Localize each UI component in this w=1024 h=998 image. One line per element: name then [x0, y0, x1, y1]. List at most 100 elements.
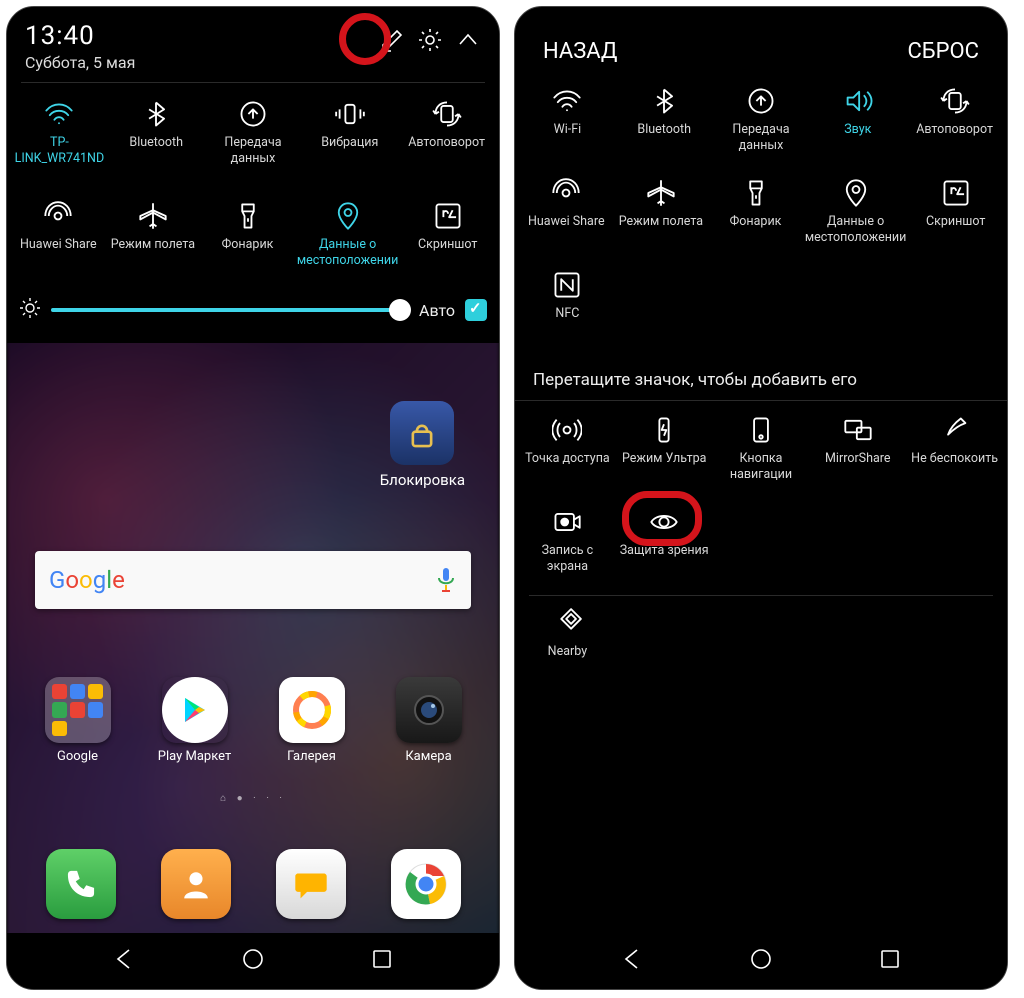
divider — [529, 595, 993, 596]
tile-label: Режим полета — [109, 237, 197, 253]
tile-dnd[interactable]: Не беспокоить — [906, 407, 1003, 493]
tile-huawei-share[interactable]: Huawei Share — [11, 193, 106, 287]
nav-home-button[interactable] — [749, 947, 773, 975]
tile-label: Фонарик — [728, 214, 784, 230]
flashlight-icon — [739, 176, 773, 210]
camera-icon — [396, 677, 462, 743]
screenshot-icon — [939, 176, 973, 210]
dock-messages[interactable] — [253, 849, 368, 925]
nav-home-button[interactable] — [241, 947, 265, 975]
app-playstore[interactable]: Play Маркет — [140, 677, 249, 764]
tile-label: Точка доступа — [523, 451, 612, 467]
tile-location[interactable]: Данные о местоположении — [803, 170, 909, 256]
tile-mirrorshare[interactable]: MirrorShare — [809, 407, 906, 493]
dock-phone[interactable] — [23, 849, 138, 925]
airplane-icon — [644, 176, 678, 210]
tile-eye-comfort[interactable]: Защита зрения — [616, 499, 713, 585]
tile-hotspot[interactable]: Точка доступа — [519, 407, 616, 493]
data-icon — [236, 97, 270, 131]
tile-wifi[interactable]: Wi-Fi — [519, 78, 616, 164]
tile-nearby[interactable]: Nearby — [519, 600, 616, 686]
nav-recent-button[interactable] — [878, 947, 902, 975]
dock-chrome[interactable] — [368, 849, 483, 925]
tile-airplane[interactable]: Режим полета — [106, 193, 201, 287]
playstore-icon — [162, 677, 228, 743]
tile-label: Автоповорот — [406, 135, 487, 151]
tile-nav-key[interactable]: Кнопка навигации — [713, 407, 810, 493]
back-button[interactable]: НАЗАД — [543, 39, 617, 64]
nav-back-button[interactable] — [112, 947, 136, 975]
app-gallery[interactable]: Галерея — [257, 677, 366, 764]
tile-screenshot[interactable]: Скриншот — [400, 193, 495, 287]
tile-label: Вибрация — [319, 135, 380, 151]
tile-label: Защита зрения — [618, 543, 711, 559]
tile-data[interactable]: Передача данных — [205, 91, 302, 185]
edit-header: НАЗАД СБРОС — [515, 7, 1007, 78]
tile-screenshot[interactable]: Скриншот — [908, 170, 1003, 256]
data-icon — [744, 84, 778, 118]
tile-wifi[interactable]: TP-LINK_WR741ND — [11, 91, 108, 185]
location-icon — [839, 176, 873, 210]
clock-time: 13:40 — [25, 21, 379, 51]
app-camera[interactable]: Камера — [374, 677, 483, 764]
google-search-bar[interactable]: Google — [35, 551, 471, 609]
tile-screen-record[interactable]: Запись с экрана — [519, 499, 616, 585]
collapse-chevron-icon[interactable] — [455, 27, 481, 57]
tile-label: Запись с экрана — [519, 543, 616, 574]
auto-brightness-checkbox[interactable] — [465, 299, 487, 321]
nav-bar — [7, 933, 499, 989]
nav-back-button[interactable] — [620, 947, 644, 975]
lock-icon — [390, 401, 454, 465]
phone-right: НАЗАД СБРОС Wi-Fi Bluetooth Передача дан… — [514, 6, 1008, 990]
tile-vibration[interactable]: Вибрация — [301, 91, 398, 185]
mirrorshare-icon — [841, 413, 875, 447]
tile-data[interactable]: Передача данных — [713, 78, 810, 164]
tile-bluetooth[interactable]: Bluetooth — [108, 91, 205, 185]
google-folder-icon — [45, 677, 111, 743]
tile-bluetooth[interactable]: Bluetooth — [616, 78, 713, 164]
bluetooth-icon — [647, 84, 681, 118]
tile-sound[interactable]: Звук — [809, 78, 906, 164]
settings-gear-icon[interactable] — [417, 27, 443, 57]
ultra-icon — [647, 413, 681, 447]
brightness-row: Авто — [7, 291, 499, 335]
nearby-icon — [550, 606, 584, 640]
eye-comfort-icon — [647, 505, 681, 539]
tile-flashlight[interactable]: Фонарик — [200, 193, 295, 287]
tile-ultra[interactable]: Режим Ультра — [616, 407, 713, 493]
tile-airplane[interactable]: Режим полета — [614, 170, 709, 256]
tile-location[interactable]: Данные о местоположении — [295, 193, 401, 287]
app-label: Камера — [405, 749, 451, 764]
dock-contacts[interactable] — [138, 849, 253, 925]
tile-autorotate[interactable]: Автоповорот — [398, 91, 495, 185]
tile-label: Huawei Share — [18, 237, 99, 253]
tile-label: Скриншот — [416, 237, 479, 253]
tile-label: Данные о местоположении — [803, 214, 909, 245]
tile-label: Huawei Share — [526, 214, 607, 230]
edit-tiles-icon[interactable] — [379, 27, 405, 57]
nav-bar — [515, 933, 1007, 989]
lock-widget[interactable]: Блокировка — [380, 401, 465, 489]
tile-label: Звук — [842, 122, 873, 138]
huawei-share-icon — [549, 176, 583, 210]
nfc-icon — [550, 268, 584, 302]
huawei-share-icon — [41, 199, 75, 233]
tile-label: Режим Ультра — [620, 451, 708, 467]
tile-autorotate[interactable]: Автоповорот — [906, 78, 1003, 164]
homescreen: Блокировка Google Google Play Маркет Гал… — [7, 327, 499, 989]
dnd-icon — [938, 413, 972, 447]
location-icon — [331, 199, 365, 233]
mic-icon[interactable] — [435, 566, 457, 594]
nav-recent-button[interactable] — [370, 947, 394, 975]
autorotate-icon — [938, 84, 972, 118]
tile-nfc[interactable]: NFC — [519, 262, 616, 348]
reset-button[interactable]: СБРОС — [907, 39, 979, 64]
app-google-folder[interactable]: Google — [23, 677, 132, 764]
tile-huawei-share[interactable]: Huawei Share — [519, 170, 614, 256]
gallery-icon — [279, 677, 345, 743]
tile-label: TP-LINK_WR741ND — [11, 135, 108, 166]
autorotate-icon — [430, 97, 464, 131]
tile-flashlight[interactable]: Фонарик — [708, 170, 803, 256]
brightness-slider[interactable] — [51, 308, 409, 312]
phone-left: 13:40 Суббота, 5 мая TP-LINK_WR741ND Blu… — [6, 6, 500, 990]
